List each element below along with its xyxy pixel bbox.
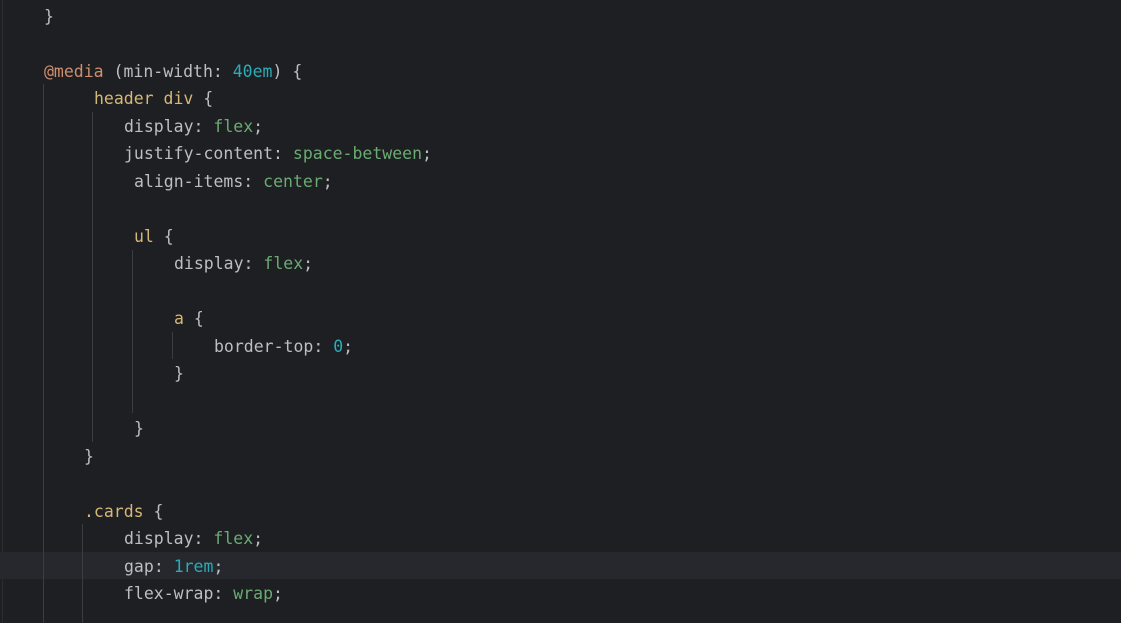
code-line[interactable]: justify-content: space-between; <box>124 140 432 167</box>
indent-guide <box>172 332 173 359</box>
code-editor[interactable]: } @media (min-width: 40em) {header div {d… <box>0 0 1121 623</box>
code-token-num: 1rem <box>173 557 214 576</box>
code-line[interactable]: } <box>84 443 94 470</box>
code-token-punc: : <box>273 144 293 163</box>
code-token-val: wrap <box>233 584 274 603</box>
code-token-punc: (min-width: <box>103 62 233 81</box>
code-token-punc: : <box>243 172 264 191</box>
code-token-val: center <box>263 172 323 191</box>
code-token-punc: ; <box>213 557 224 576</box>
code-token-punc: : <box>193 529 214 548</box>
indent-guide <box>132 250 133 413</box>
code-token-val: space-between <box>292 144 423 163</box>
code-token-val: flex <box>213 529 254 548</box>
code-token-prop: border-top <box>214 337 314 356</box>
code-token-prop: display <box>124 117 194 136</box>
code-token-prop: display <box>124 529 194 548</box>
code-line[interactable]: display: flex; <box>124 113 263 140</box>
code-token-punc: ; <box>253 529 264 548</box>
code-token-val: flex <box>213 117 254 136</box>
code-line[interactable]: display: flex; <box>124 525 263 552</box>
code-token-punc: : <box>243 254 264 273</box>
code-token-prop: align-items <box>134 172 244 191</box>
code-token-num: 0 <box>333 337 344 356</box>
indent-guide <box>43 84 44 623</box>
code-line[interactable]: gap: 1rem; <box>124 553 223 580</box>
code-token-num: 40em <box>232 62 273 81</box>
code-token-punc: } <box>174 364 184 383</box>
code-token-punc: { <box>183 309 204 328</box>
code-token-punc: ; <box>303 254 314 273</box>
code-token-punc: : <box>153 557 174 576</box>
code-line[interactable]: } <box>44 3 54 30</box>
code-token-punc: ; <box>422 144 432 163</box>
code-token-punc: ; <box>273 584 283 603</box>
code-line[interactable]: .cards { <box>84 498 163 525</box>
code-line[interactable]: flex-wrap: wrap; <box>124 580 283 607</box>
indent-guide <box>92 112 93 442</box>
code-token-punc: } <box>134 419 144 438</box>
code-line[interactable]: a { <box>174 305 204 332</box>
code-token-sel: ul <box>134 227 154 246</box>
code-token-prop: flex-wrap <box>124 584 214 603</box>
code-token-punc: ; <box>343 337 354 356</box>
code-token-punc: : <box>313 337 334 356</box>
code-token-punc: } <box>44 7 54 26</box>
code-token-punc: { <box>143 502 164 521</box>
code-token-prop: justify-content <box>124 144 274 163</box>
code-token-punc: ; <box>322 172 333 191</box>
code-line[interactable]: header div { <box>94 85 213 112</box>
code-token-punc: { <box>193 89 214 108</box>
code-line[interactable]: align-items: center; <box>134 168 333 195</box>
code-line[interactable]: ul { <box>134 223 174 250</box>
code-token-punc: ; <box>253 117 264 136</box>
code-line[interactable]: @media (min-width: 40em) { <box>44 58 302 85</box>
code-line[interactable]: } <box>174 360 184 387</box>
indent-guide <box>82 524 83 623</box>
code-token-sel: header div <box>94 89 194 108</box>
code-token-val: flex <box>263 254 304 273</box>
code-token-prop: display <box>174 254 244 273</box>
code-token-prop: gap <box>124 557 154 576</box>
code-line[interactable]: } <box>134 415 144 442</box>
code-token-punc: } <box>84 447 94 466</box>
code-token-punc: ) { <box>272 62 303 81</box>
code-token-at: @media <box>44 62 104 81</box>
code-line[interactable]: display: flex; <box>174 250 313 277</box>
code-line[interactable]: border-top: 0; <box>214 333 353 360</box>
code-token-sel: .cards <box>84 502 144 521</box>
code-token-punc: { <box>153 227 174 246</box>
code-token-sel: a <box>174 309 184 328</box>
code-token-punc: : <box>193 117 214 136</box>
code-token-punc: : <box>213 584 234 603</box>
gutter-divider <box>2 0 3 623</box>
